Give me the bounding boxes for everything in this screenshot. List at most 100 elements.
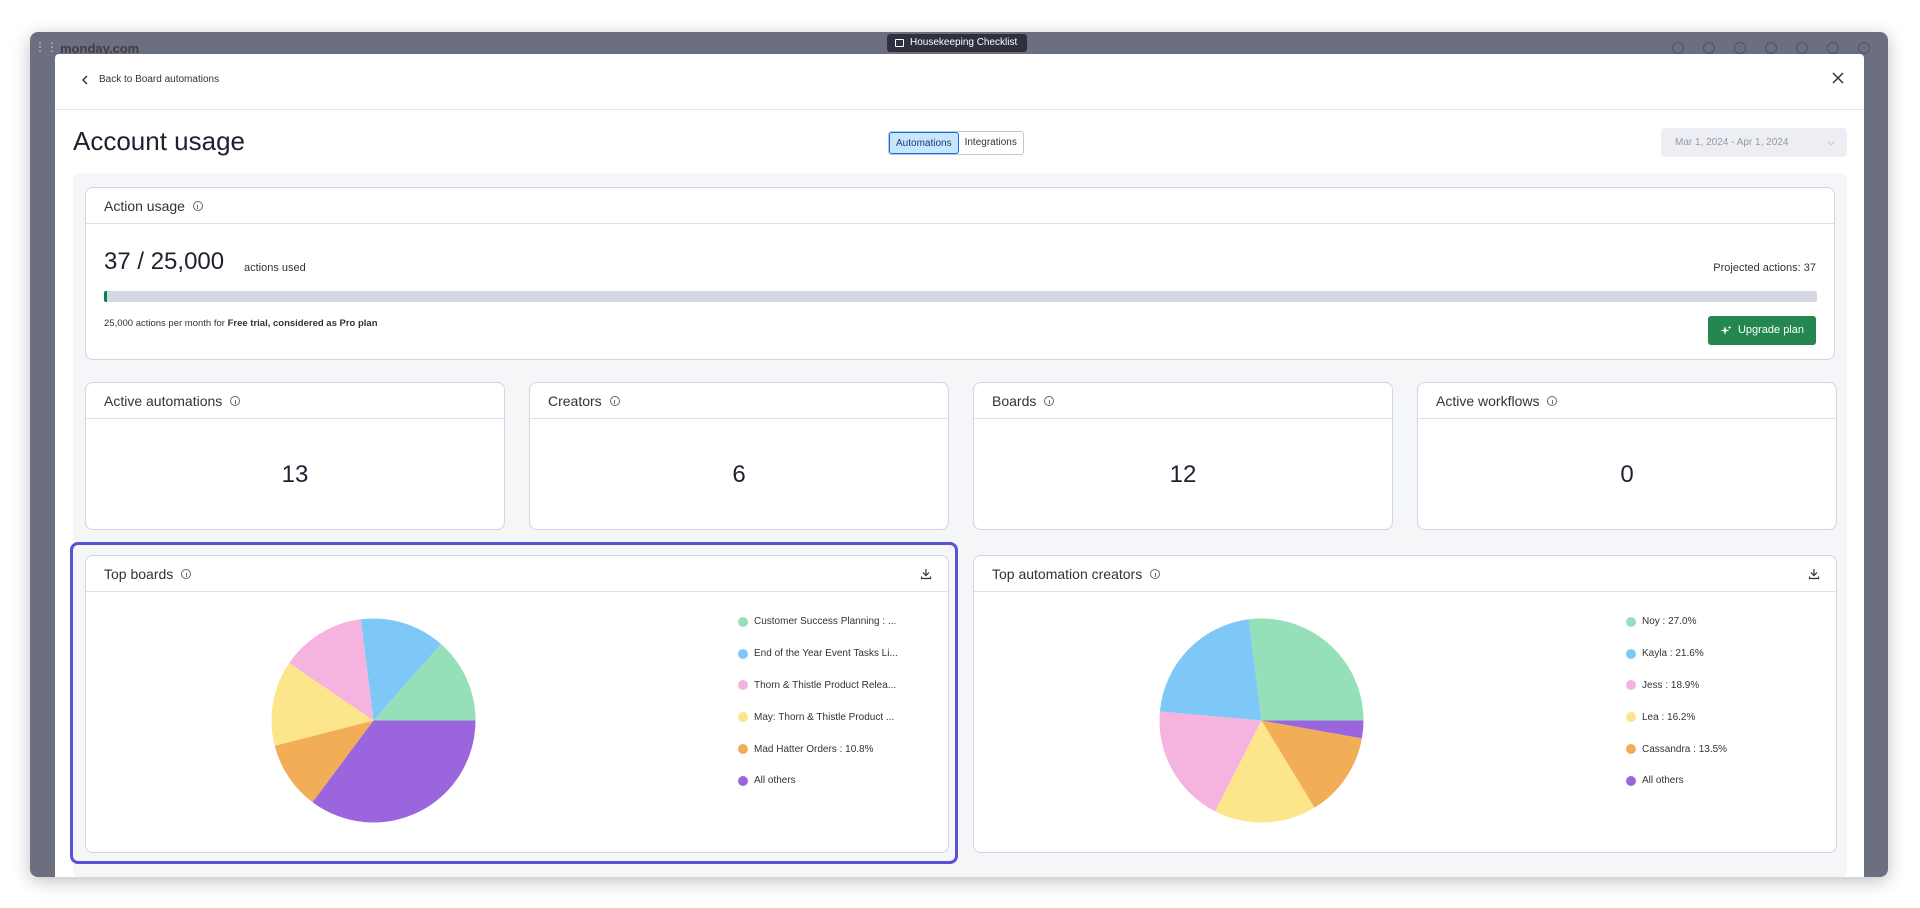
legend-item[interactable]: All others xyxy=(738,765,898,797)
legend-color-dot xyxy=(1626,680,1636,691)
info-icon[interactable] xyxy=(1150,568,1161,579)
stat-card-active-workflows: Active workflows 0 xyxy=(1417,382,1837,530)
card-header: Active automations xyxy=(86,383,504,419)
legend-label: Mad Hatter Orders : 10.8% xyxy=(754,743,874,755)
apps-icon[interactable] xyxy=(1765,42,1777,54)
legend-color-dot xyxy=(1626,712,1636,723)
legend-label: All others xyxy=(1642,775,1684,787)
usage-type-toggle: Automations Integrations xyxy=(888,131,1024,155)
legend-item[interactable]: Cassandra : 13.5% xyxy=(1626,733,1727,765)
card-title: Top boards xyxy=(104,565,174,582)
legend-label: All others xyxy=(754,775,796,787)
legend-label: Kayla : 21.6% xyxy=(1642,648,1704,660)
card-header: Boards xyxy=(974,383,1392,419)
stat-card-boards: Boards 12 xyxy=(973,382,1393,530)
legend-color-dot xyxy=(738,775,748,786)
card-title: Top automation creators xyxy=(992,565,1143,582)
account-usage-modal: Back to Board automations Account usage … xyxy=(55,54,1864,877)
legend-color-dot xyxy=(738,648,748,659)
plan-note: 25,000 actions per month for Free trial,… xyxy=(104,318,378,329)
info-icon[interactable] xyxy=(1547,395,1558,406)
legend-label: Jess : 18.9% xyxy=(1642,679,1700,691)
legend-color-dot xyxy=(1626,648,1636,659)
card-title: Action usage xyxy=(104,197,185,214)
date-range-value: Mar 1, 2024 - Apr 1, 2024 xyxy=(1675,137,1789,148)
legend-color-dot xyxy=(738,616,748,627)
pie-slice[interactable] xyxy=(1248,618,1364,721)
back-label: Back to Board automations xyxy=(99,74,220,85)
legend-item[interactable]: Lea : 16.2% xyxy=(1626,701,1727,733)
legend-label: May: Thorn & Thistle Product ... xyxy=(754,711,895,723)
card-header: Active workflows xyxy=(1418,383,1836,419)
top-boards-card: Top boards Customer Success Planning : .… xyxy=(85,555,949,853)
modal-header: Back to Board automations xyxy=(55,54,1864,110)
legend-item[interactable]: All others xyxy=(1626,765,1727,797)
tab-integrations[interactable]: Integrations xyxy=(959,132,1023,154)
close-icon[interactable] xyxy=(1830,70,1846,86)
legend-item[interactable]: Mad Hatter Orders : 10.8% xyxy=(738,733,898,765)
card-header: Creators xyxy=(530,383,948,419)
back-button[interactable]: Back to Board automations xyxy=(81,74,219,85)
actions-used-label: actions used xyxy=(244,262,306,274)
legend-item[interactable]: Thorn & Thistle Product Relea... xyxy=(738,670,898,702)
card-header: Top automation creators xyxy=(974,556,1836,592)
action-usage-card: Action usage 37 / 25,000 actions used Pr… xyxy=(85,187,1835,360)
chevron-down-icon: ⌵ xyxy=(1827,137,1835,148)
usage-progress-fill xyxy=(104,291,107,302)
download-icon[interactable] xyxy=(1808,568,1820,580)
card-title: Creators xyxy=(548,392,602,409)
plan-name: Free trial, considered as Pro plan xyxy=(227,318,378,329)
stat-card-creators: Creators 6 xyxy=(529,382,949,530)
top-creators-card: Top automation creators Noy : 27.0% Kayla… xyxy=(973,555,1837,853)
legend-color-dot xyxy=(738,712,748,723)
top-creators-legend: Noy : 27.0% Kayla : 21.6% Jess : 18.9% Lea … xyxy=(1626,606,1727,797)
legend-item[interactable]: Jess : 18.9% xyxy=(1626,670,1727,702)
legend-item[interactable]: Kayla : 21.6% xyxy=(1626,638,1727,670)
card-header: Action usage xyxy=(86,188,1834,224)
legend-color-dot xyxy=(1626,616,1636,627)
legend-color-dot xyxy=(1626,775,1636,786)
tab-automations[interactable]: Automations xyxy=(889,132,959,154)
board-icon xyxy=(895,39,904,47)
info-icon[interactable] xyxy=(192,200,203,211)
legend-label: Noy : 27.0% xyxy=(1642,616,1697,628)
legend-label: Thorn & Thistle Product Relea... xyxy=(754,679,897,691)
info-icon[interactable] xyxy=(609,395,620,406)
card-title: Active workflows xyxy=(1436,392,1540,409)
top-boards-pie-chart xyxy=(271,618,476,823)
legend-color-dot xyxy=(738,744,748,755)
info-icon[interactable] xyxy=(230,395,241,406)
page-title: Account usage xyxy=(73,126,246,156)
legend-label: Lea : 16.2% xyxy=(1642,711,1696,723)
help-icon[interactable] xyxy=(1858,42,1870,54)
invite-icon[interactable] xyxy=(1734,42,1746,54)
marketplace-icon[interactable] xyxy=(1796,42,1808,54)
stat-value: 6 xyxy=(732,461,746,488)
date-range-select[interactable]: Mar 1, 2024 - Apr 1, 2024 ⌵ xyxy=(1661,128,1847,157)
legend-color-dot xyxy=(738,680,748,691)
apps-grid-icon[interactable]: ⋮⋮ xyxy=(34,40,58,54)
projected-actions: Projected actions: 37 xyxy=(1713,262,1816,274)
stat-card-active-automations: Active automations 13 xyxy=(85,382,505,530)
info-icon[interactable] xyxy=(181,568,192,579)
top-boards-legend: Customer Success Planning : ... End of th… xyxy=(738,606,898,797)
upgrade-plan-button[interactable]: Upgrade plan xyxy=(1707,316,1816,345)
sparkle-icon xyxy=(1720,325,1732,335)
info-icon[interactable] xyxy=(1044,395,1055,406)
legend-item[interactable]: Noy : 27.0% xyxy=(1626,606,1727,638)
legend-item[interactable]: End of the Year Event Tasks Li... xyxy=(738,638,898,670)
plan-note-text: 25,000 actions per month for xyxy=(104,318,228,329)
notifications-icon[interactable] xyxy=(1672,42,1684,54)
legend-item[interactable]: Customer Success Planning : ... xyxy=(738,606,898,638)
top-creators-pie-chart xyxy=(1159,618,1364,823)
legend-color-dot xyxy=(1626,744,1636,755)
board-name: Housekeeping Checklist xyxy=(910,37,1018,48)
legend-item[interactable]: May: Thorn & Thistle Product ... xyxy=(738,701,898,733)
card-title: Active automations xyxy=(104,392,223,409)
inbox-icon[interactable] xyxy=(1703,42,1715,54)
topbar-icons xyxy=(1672,42,1870,54)
search-icon[interactable] xyxy=(1827,42,1839,54)
pie-slice[interactable] xyxy=(1159,619,1262,721)
card-title: Boards xyxy=(992,392,1037,409)
download-icon[interactable] xyxy=(920,568,932,580)
